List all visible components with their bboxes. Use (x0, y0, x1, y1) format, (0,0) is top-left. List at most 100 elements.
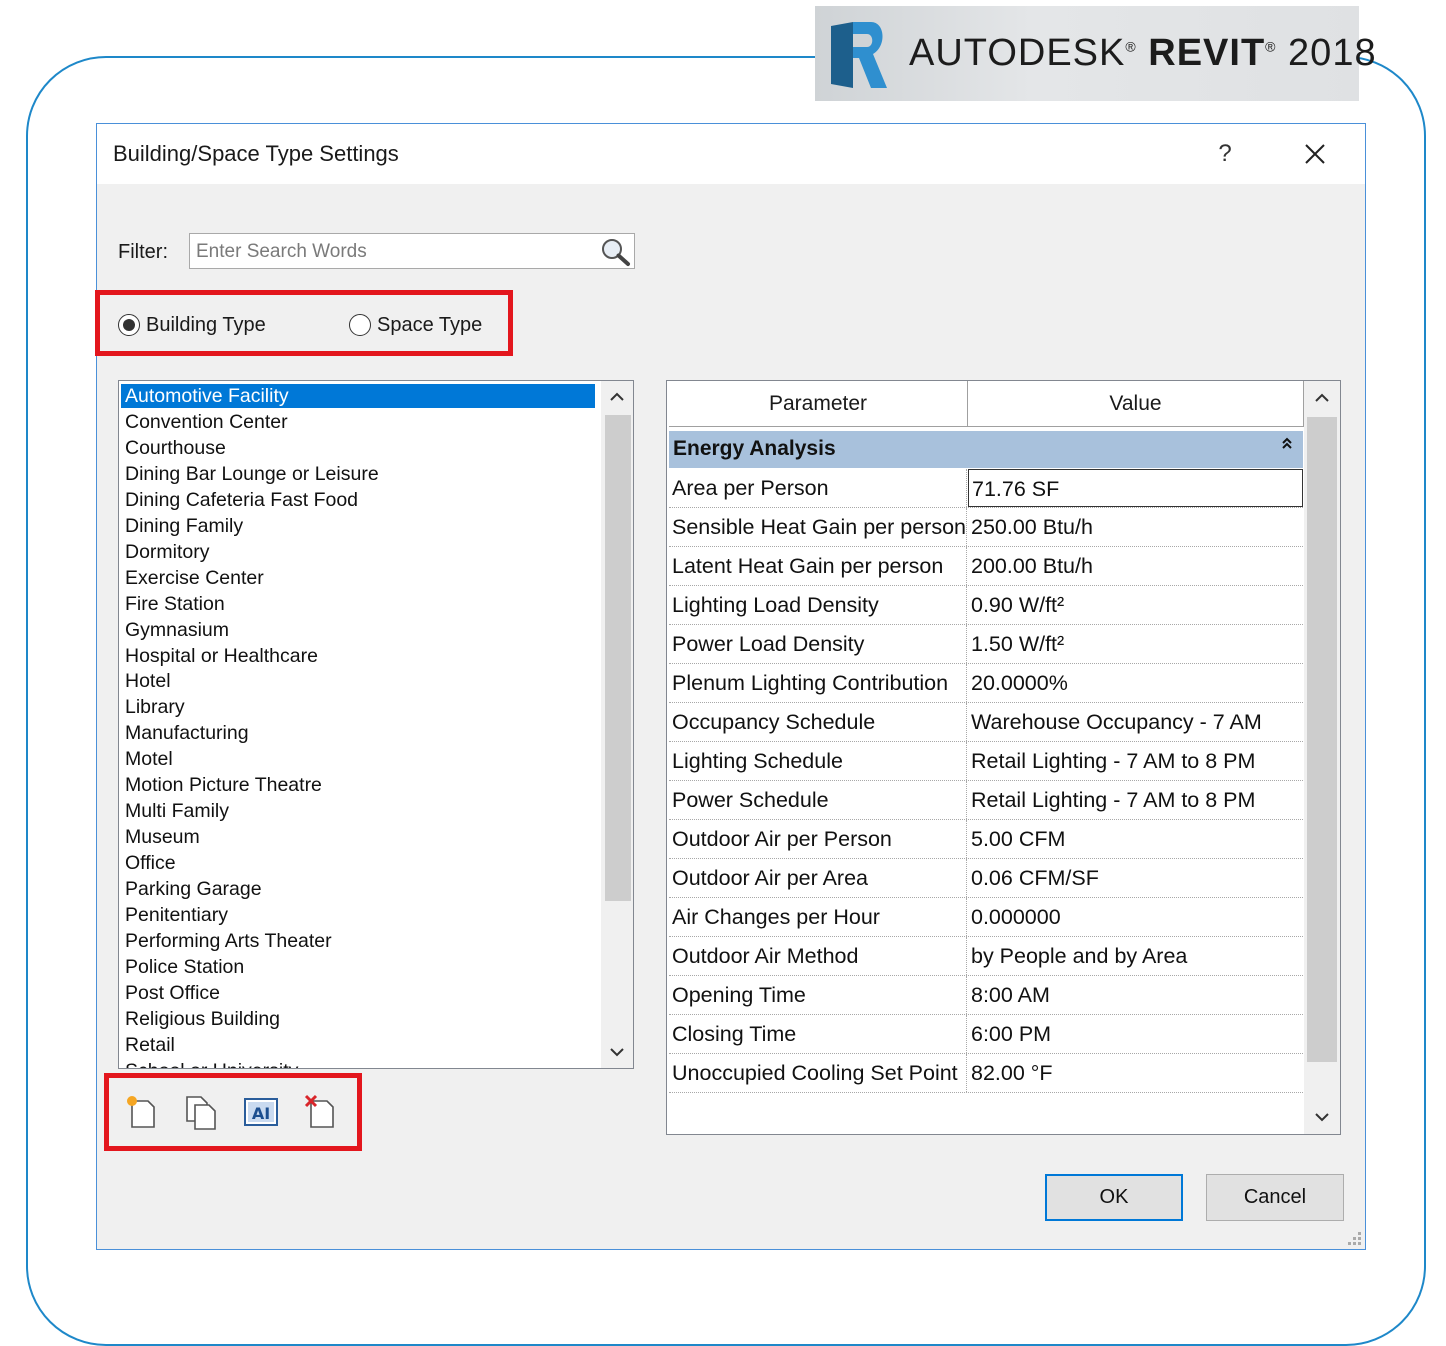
type-list-item[interactable]: Convention Center (121, 410, 288, 434)
type-list-item[interactable]: Post Office (121, 981, 220, 1005)
new-type-icon[interactable] (124, 1093, 160, 1131)
parameter-value[interactable]: 5.00 CFM (968, 820, 1303, 858)
ok-button[interactable]: OK (1045, 1174, 1183, 1221)
parameter-name: Latent Heat Gain per person (669, 547, 967, 585)
collapse-icon[interactable] (1277, 434, 1297, 454)
parameter-value[interactable]: 250.00 Btu/h (968, 508, 1303, 546)
scroll-up-icon[interactable] (601, 381, 633, 413)
parameter-value[interactable]: 8:00 AM (968, 976, 1303, 1014)
type-list-item[interactable]: Motion Picture Theatre (121, 773, 322, 797)
parameter-row[interactable]: Sensible Heat Gain per person 250.00 Btu/… (669, 508, 1303, 547)
type-list-item[interactable]: Library (121, 695, 185, 719)
type-list-item[interactable]: Performing Arts Theater (121, 929, 332, 953)
type-list-item[interactable]: Dining Cafeteria Fast Food (121, 488, 358, 512)
type-list-item[interactable]: Courthouse (121, 436, 226, 460)
parameter-row[interactable]: Outdoor Air per Area 0.06 CFM/SF (669, 859, 1303, 898)
type-list-item[interactable]: Police Station (121, 955, 244, 979)
parameter-row[interactable]: Power Load Density 1.50 W/ft² (669, 625, 1303, 664)
parameter-row[interactable]: Latent Heat Gain per person 200.00 Btu/h (669, 547, 1303, 586)
parameter-name: Opening Time (669, 976, 967, 1014)
space-type-radio[interactable]: Space Type (349, 311, 482, 339)
parameter-value[interactable]: 20.0000% (968, 664, 1303, 702)
parameter-value[interactable]: 0.90 W/ft² (968, 586, 1303, 624)
parameter-row[interactable]: Opening Time 8:00 AM (669, 976, 1303, 1015)
parameter-name: Power Schedule (669, 781, 967, 819)
type-list-item[interactable]: Multi Family (121, 799, 229, 823)
parameter-row[interactable]: Lighting Schedule Retail Lighting - 7 AM … (669, 742, 1303, 781)
type-list-scrollbar[interactable] (601, 381, 633, 1068)
cancel-button[interactable]: Cancel (1206, 1174, 1344, 1221)
search-icon[interactable] (599, 237, 631, 267)
parameter-value[interactable]: 0.000000 (968, 898, 1303, 936)
parameter-row[interactable]: Air Changes per Hour 0.000000 (669, 898, 1303, 937)
parameter-value[interactable]: 71.76 SF (968, 469, 1303, 507)
parameter-value[interactable]: 82.00 °F (968, 1054, 1303, 1092)
column-header-value[interactable]: Value (968, 381, 1304, 427)
parameter-name: Sensible Heat Gain per person (669, 508, 967, 546)
parameter-value[interactable]: 1.50 W/ft² (968, 625, 1303, 663)
grid-scroll-thumb[interactable] (1307, 417, 1337, 1062)
grid-scroll-down-icon[interactable] (1306, 1100, 1338, 1134)
duplicate-icon[interactable] (183, 1093, 219, 1131)
type-list-item[interactable]: Motel (121, 747, 173, 771)
parameter-row[interactable]: Outdoor Air per Person 5.00 CFM (669, 820, 1303, 859)
type-list-item[interactable]: Dormitory (121, 540, 210, 564)
group-header-energy-analysis[interactable]: Energy Analysis (669, 431, 1303, 468)
scroll-down-icon[interactable] (601, 1036, 633, 1068)
type-list-item[interactable]: Office (121, 851, 176, 875)
parameter-row[interactable]: Lighting Load Density 0.90 W/ft² (669, 586, 1303, 625)
type-list-item[interactable]: Gymnasium (121, 618, 229, 642)
parameter-row[interactable]: Unoccupied Cooling Set Point 82.00 °F (669, 1054, 1303, 1093)
parameter-value[interactable]: Retail Lighting - 7 AM to 8 PM (968, 742, 1303, 780)
parameter-row[interactable]: Occupancy Schedule Warehouse Occupancy - … (669, 703, 1303, 742)
type-list-item[interactable]: Manufacturing (121, 721, 249, 745)
type-list-item[interactable]: School or University (121, 1059, 298, 1068)
resize-grip-icon[interactable] (1343, 1227, 1363, 1247)
type-list-item[interactable]: Parking Garage (121, 877, 262, 901)
type-list-item[interactable]: Dining Bar Lounge or Leisure (121, 462, 379, 486)
search-box[interactable] (189, 233, 635, 269)
type-list-item[interactable]: Penitentiary (121, 903, 228, 927)
parameter-row[interactable]: Closing Time 6:00 PM (669, 1015, 1303, 1054)
banner-brand: AUTODESK® REVIT® 2018 (909, 32, 1377, 74)
parameter-row[interactable]: Outdoor Air Method by People and by Area (669, 937, 1303, 976)
type-list-scroll-thumb[interactable] (605, 415, 631, 901)
type-list-item[interactable]: Automotive Facility (121, 384, 595, 408)
rename-icon[interactable]: AI (243, 1093, 279, 1131)
building-type-label: Building Type (146, 313, 266, 336)
dialog-title: Building/Space Type Settings (113, 141, 399, 166)
parameter-value[interactable]: 200.00 Btu/h (968, 547, 1303, 585)
building-type-radio[interactable]: Building Type (118, 311, 266, 339)
parameter-row[interactable]: Area per Person 71.76 SF (669, 469, 1303, 508)
space-type-label: Space Type (377, 313, 483, 336)
grid-scroll-up-icon[interactable] (1306, 381, 1338, 415)
parameter-value[interactable]: by People and by Area (968, 937, 1303, 975)
search-input[interactable] (194, 237, 598, 267)
type-list[interactable]: Automotive Facility Convention Center Cour… (118, 380, 634, 1069)
type-list-item[interactable]: Museum (121, 825, 200, 849)
delete-icon[interactable] (303, 1093, 339, 1131)
type-list-item[interactable]: Hospital or Healthcare (121, 644, 318, 668)
parameter-name: Occupancy Schedule (669, 703, 967, 741)
parameter-row[interactable]: Power Schedule Retail Lighting - 7 AM to … (669, 781, 1303, 820)
close-icon[interactable] (1297, 136, 1333, 172)
type-list-item[interactable]: Retail (121, 1033, 175, 1057)
parameter-grid[interactable]: Parameter Value Energy Analysis Area per… (666, 380, 1341, 1135)
building-type-radio-dot[interactable] (118, 314, 140, 336)
type-list-item[interactable]: Fire Station (121, 592, 225, 616)
type-list-item[interactable]: Religious Building (121, 1007, 280, 1031)
type-list-item[interactable]: Dining Family (121, 514, 243, 538)
type-list-item[interactable]: Hotel (121, 669, 171, 693)
parameter-value[interactable]: Warehouse Occupancy - 7 AM (968, 703, 1303, 741)
help-button[interactable]: ? (1207, 136, 1243, 172)
parameter-grid-scrollbar[interactable] (1304, 381, 1340, 1134)
parameter-value[interactable]: Retail Lighting - 7 AM to 8 PM (968, 781, 1303, 819)
type-list-item[interactable]: Exercise Center (121, 566, 264, 590)
revit-logo-icon (831, 22, 887, 88)
space-type-radio-dot[interactable] (349, 314, 371, 336)
parameter-value[interactable]: 0.06 CFM/SF (968, 859, 1303, 897)
parameter-name: Outdoor Air Method (669, 937, 967, 975)
parameter-value[interactable]: 6:00 PM (968, 1015, 1303, 1053)
column-header-parameter[interactable]: Parameter (669, 381, 968, 427)
parameter-row[interactable]: Plenum Lighting Contribution 20.0000% (669, 664, 1303, 703)
